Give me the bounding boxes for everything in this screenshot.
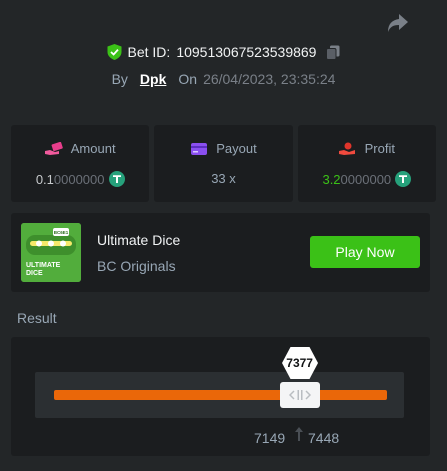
bet-id-value: 109513067523539869 xyxy=(176,44,317,60)
copy-icon[interactable] xyxy=(326,45,340,60)
game-title[interactable]: Ultimate Dice xyxy=(97,232,180,248)
cash-hand-icon xyxy=(44,141,63,155)
bet-id-row: Bet ID: 109513067523539869 xyxy=(0,44,447,60)
dice-game-art: BC6E1 ULTIMATE DICE xyxy=(21,223,81,282)
roll-result-value: 7377 xyxy=(286,356,313,370)
range-track xyxy=(54,390,387,400)
profit-value-lead: 3.2 xyxy=(322,171,341,187)
amount-stat: Amount 0.10000000 xyxy=(11,125,150,202)
profit-value-tail: 0000000 xyxy=(340,171,392,187)
result-label: Result xyxy=(17,310,57,326)
username-link[interactable]: Dpk xyxy=(140,71,166,87)
thumb-title-line2: DICE xyxy=(26,270,43,277)
payout-stat: Payout 33 x xyxy=(154,125,293,202)
tether-coin-icon xyxy=(395,171,412,187)
arrow-up-icon xyxy=(295,427,303,441)
by-label: By xyxy=(111,71,128,87)
range-low-value: 7149 xyxy=(254,430,286,446)
result-panel: 7377 7149 7448 xyxy=(11,337,430,456)
profit-label: Profit xyxy=(364,141,395,156)
bet-stats: Amount 0.10000000 Payout 33 x Profit 3.2… xyxy=(11,125,436,202)
thumb-title-line1: ULTIMATE xyxy=(26,262,61,269)
range-handle xyxy=(279,382,320,408)
profit-hand-icon xyxy=(338,142,355,155)
on-label: On xyxy=(178,71,198,87)
amount-value-tail: 0000000 xyxy=(53,171,105,187)
verified-shield-icon xyxy=(107,44,122,60)
payout-value: 33 x xyxy=(211,171,236,186)
game-card: BC6E1 ULTIMATE DICE Ultimate Dice BC Ori… xyxy=(11,213,430,292)
profit-stat: Profit 3.20000000 xyxy=(297,125,436,202)
payout-label: Payout xyxy=(216,141,257,156)
game-thumbnail[interactable]: BC6E1 ULTIMATE DICE xyxy=(21,223,81,282)
play-now-button[interactable]: Play Now xyxy=(310,236,420,268)
bet-id-label: Bet ID: xyxy=(127,44,171,60)
share-icon[interactable] xyxy=(387,13,409,33)
slider-grip-icon xyxy=(288,390,311,400)
amount-value-lead: 0.1 xyxy=(35,171,54,187)
game-provider: BC Originals xyxy=(97,258,176,274)
bettor-row: By Dpk On 26/04/2023, 23:35:24 xyxy=(0,71,447,87)
range-high-value: 7448 xyxy=(308,430,340,446)
tether-coin-icon xyxy=(108,171,125,187)
thumb-badge-text: BC6E1 xyxy=(54,230,69,235)
card-icon xyxy=(191,142,208,155)
amount-label: Amount xyxy=(70,141,116,156)
bet-date: 26/04/2023, 23:35:24 xyxy=(203,71,336,87)
